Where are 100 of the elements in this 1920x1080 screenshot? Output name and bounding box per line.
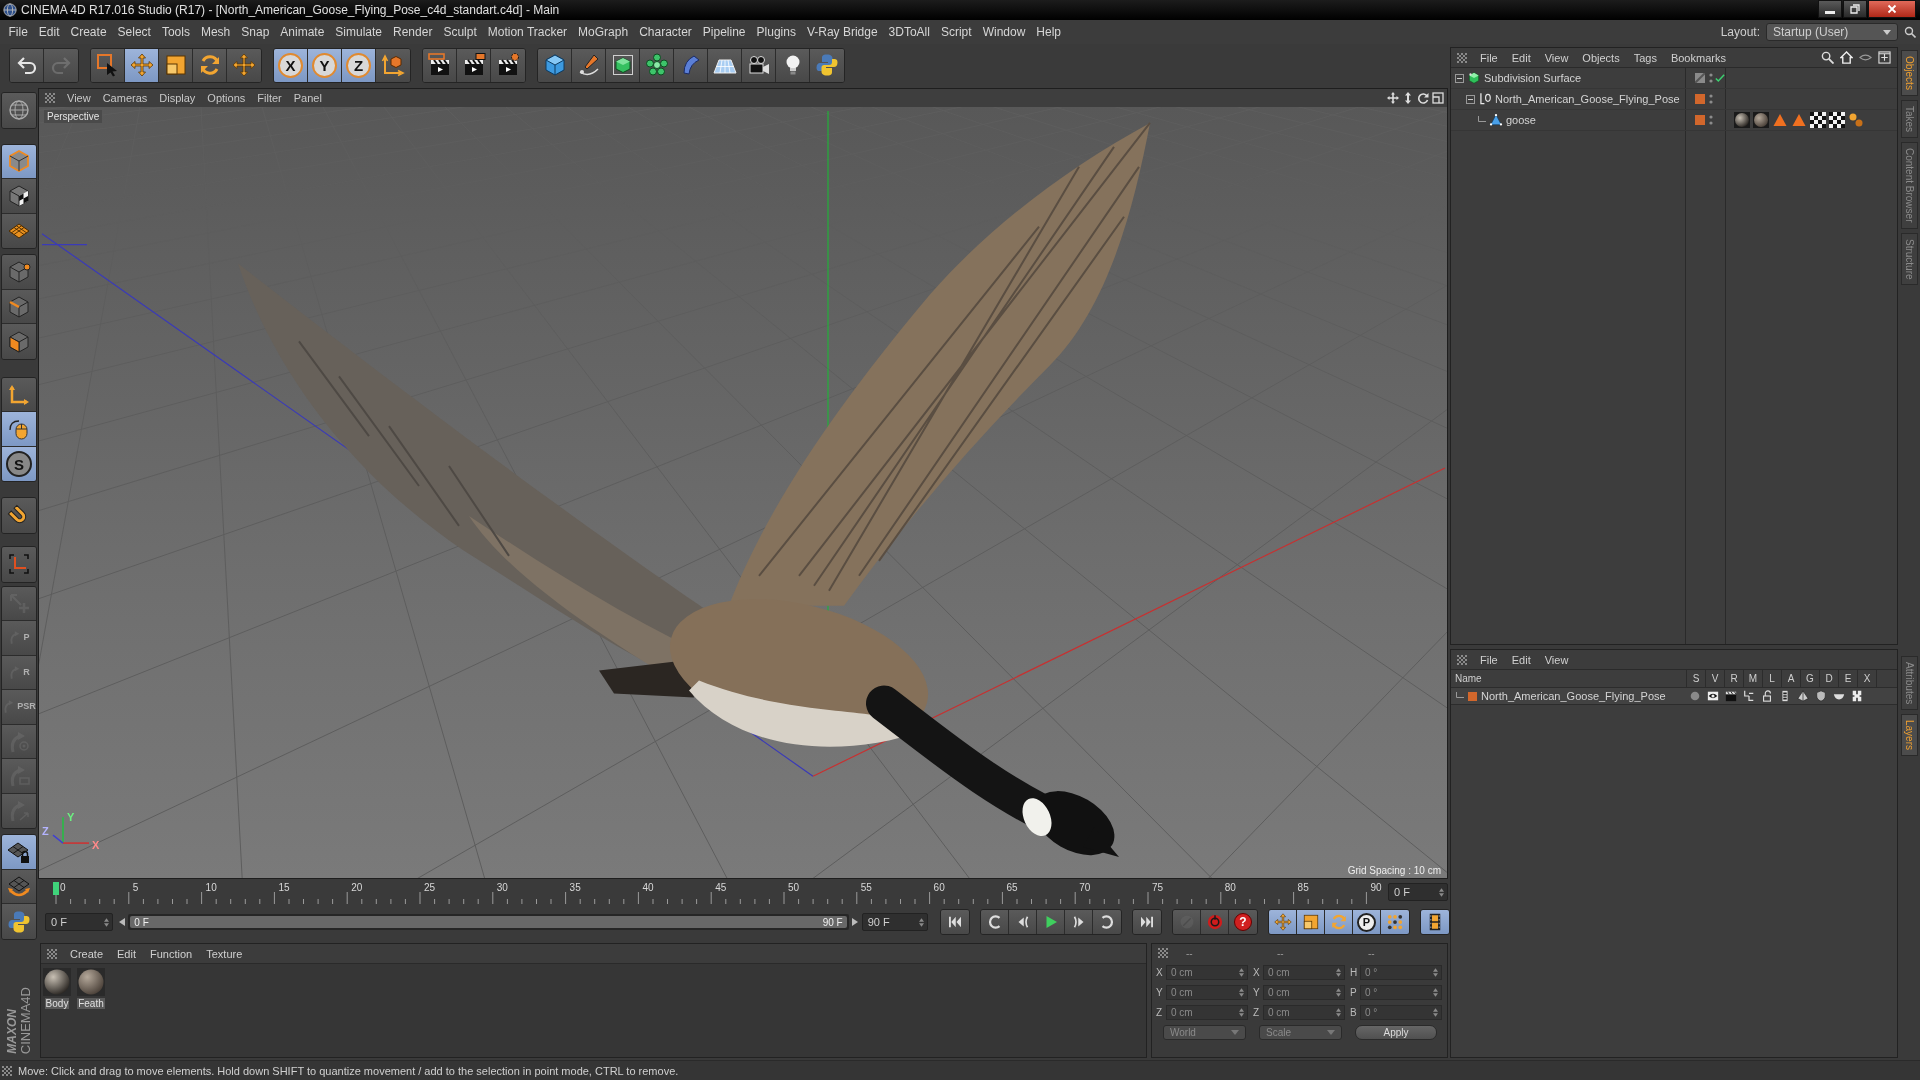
object-name[interactable]: Subdivision Surface xyxy=(1484,72,1582,84)
menu-item[interactable]: Pipeline xyxy=(697,21,752,43)
search-icon[interactable] xyxy=(1904,26,1916,38)
menu-item[interactable]: Bookmarks xyxy=(1663,51,1733,64)
playback-button[interactable] xyxy=(1421,910,1449,934)
playback-button[interactable] xyxy=(1093,910,1121,934)
object-name[interactable]: goose xyxy=(1506,114,1536,126)
playback-button[interactable] xyxy=(1269,910,1297,934)
menu-item[interactable]: Function xyxy=(143,947,200,960)
layer-color-swatch[interactable] xyxy=(1468,691,1477,701)
spinner-icon[interactable] xyxy=(1239,987,1244,997)
minimize-button[interactable] xyxy=(1818,0,1842,18)
menu-item[interactable]: Help xyxy=(1030,21,1067,43)
spinner-icon[interactable] xyxy=(1439,887,1444,897)
pyramid-icon[interactable] xyxy=(1797,690,1809,702)
toolbar-button[interactable] xyxy=(606,48,640,82)
maximize-icon[interactable] xyxy=(1432,92,1444,104)
menu-item[interactable]: Script xyxy=(935,21,978,43)
start-frame-field[interactable]: 0 F xyxy=(45,913,114,931)
side-tab[interactable]: Objects xyxy=(1900,50,1918,96)
toolbar-button[interactable] xyxy=(227,48,261,82)
toolbar-button[interactable] xyxy=(376,48,410,82)
checkered-square-icon[interactable] xyxy=(1810,112,1826,128)
toolbar-button[interactable] xyxy=(91,48,125,82)
toolbar-button[interactable] xyxy=(2,377,36,413)
clapperboard-icon[interactable] xyxy=(1725,690,1737,702)
toolbar-button[interactable] xyxy=(538,48,572,82)
column-header[interactable]: E xyxy=(1838,670,1857,687)
toolbar-button[interactable] xyxy=(708,48,742,82)
toolbar-button[interactable] xyxy=(2,213,36,249)
menu-item[interactable]: Options xyxy=(201,92,252,104)
playback-button[interactable] xyxy=(1297,910,1325,934)
spinner-icon[interactable] xyxy=(1336,987,1341,997)
toolbar-button[interactable] xyxy=(810,48,844,82)
menu-item[interactable]: Window xyxy=(977,21,1031,43)
checkmark-icon[interactable] xyxy=(1715,73,1725,83)
toolbar-button[interactable] xyxy=(2,869,36,905)
menu-item[interactable]: 3DToAll xyxy=(883,21,936,43)
playback-button[interactable] xyxy=(1325,910,1353,934)
spinner-icon[interactable] xyxy=(1239,967,1244,977)
playback-button[interactable] xyxy=(1065,910,1093,934)
rotation-field[interactable]: 0 ° xyxy=(1360,984,1442,1000)
search-icon[interactable] xyxy=(1821,51,1834,64)
menu-item[interactable]: Display xyxy=(153,92,202,104)
menu-item[interactable]: File xyxy=(1473,653,1505,666)
object-name[interactable]: North_American_Goose_Flying_Pose xyxy=(1495,93,1680,105)
eye-icon[interactable] xyxy=(1707,690,1719,702)
rotation-field[interactable]: 0 ° xyxy=(1360,964,1442,980)
playback-button[interactable] xyxy=(1133,910,1161,934)
playback-button[interactable] xyxy=(941,910,969,934)
toolbar-button[interactable] xyxy=(2,179,36,214)
hierarchy-icon[interactable] xyxy=(1743,690,1755,702)
menu-item[interactable]: Texture xyxy=(199,947,250,960)
toolbar-button[interactable] xyxy=(742,48,776,82)
two-dots-icon[interactable] xyxy=(1709,72,1713,84)
column-header[interactable]: L xyxy=(1762,670,1781,687)
toolbar-button[interactable] xyxy=(2,835,36,870)
column-header[interactable]: D xyxy=(1819,670,1838,687)
current-frame-field[interactable]: 0 F xyxy=(1388,883,1448,901)
grip-icon[interactable] xyxy=(1158,948,1168,958)
size-field[interactable]: 0 cm xyxy=(1263,1004,1345,1020)
column-header[interactable]: X xyxy=(1857,670,1876,687)
menu-item[interactable]: Animate xyxy=(274,21,330,43)
side-tab[interactable]: Layers xyxy=(1900,714,1918,756)
layer-color-swatch[interactable] xyxy=(1695,94,1705,104)
toolbar-button[interactable] xyxy=(10,48,44,82)
toolbar-button[interactable]: Z xyxy=(342,48,376,82)
menu-item[interactable]: Character xyxy=(633,21,698,43)
spinner-icon[interactable] xyxy=(1336,1007,1341,1017)
menu-item[interactable]: View xyxy=(1537,51,1576,64)
menu-item[interactable]: File xyxy=(3,21,34,43)
menu-item[interactable]: Panel xyxy=(287,92,328,104)
spinner-icon[interactable] xyxy=(1433,987,1438,997)
menu-item[interactable]: Sculpt xyxy=(437,21,483,43)
toolbar-button[interactable] xyxy=(423,48,457,82)
grip-icon[interactable] xyxy=(47,948,57,959)
menu-item[interactable]: Edit xyxy=(1504,51,1538,64)
toolbar-button[interactable] xyxy=(2,498,36,533)
menu-item[interactable]: Edit xyxy=(1504,653,1538,666)
collapse-icon[interactable] xyxy=(1455,73,1464,83)
column-header[interactable]: V xyxy=(1705,670,1724,687)
rotate-arrows-icon[interactable] xyxy=(1417,92,1429,104)
spinner-icon[interactable] xyxy=(1433,967,1438,977)
grip-icon[interactable] xyxy=(1457,654,1467,665)
triangle-icon[interactable] xyxy=(1791,112,1807,128)
range-thumb[interactable]: 0 F 90 F xyxy=(130,916,847,928)
column-header[interactable]: M xyxy=(1743,670,1762,687)
menu-item[interactable]: View xyxy=(61,92,97,104)
position-field[interactable]: 0 cm xyxy=(1166,984,1248,1000)
menu-item[interactable]: Tags xyxy=(1626,51,1664,64)
material-name[interactable]: Body xyxy=(44,998,70,1009)
two-dots-icon[interactable] xyxy=(1709,93,1713,105)
spinner-icon[interactable] xyxy=(1433,1007,1438,1017)
menu-item[interactable]: Simulate xyxy=(329,21,388,43)
menu-item[interactable]: Objects xyxy=(1575,51,1627,64)
playback-button[interactable] xyxy=(981,910,1009,934)
menu-item[interactable]: Render xyxy=(387,21,438,43)
sphere-icon[interactable] xyxy=(1734,112,1750,128)
grip-icon[interactable] xyxy=(45,93,55,103)
dot-icon[interactable] xyxy=(1689,690,1701,702)
